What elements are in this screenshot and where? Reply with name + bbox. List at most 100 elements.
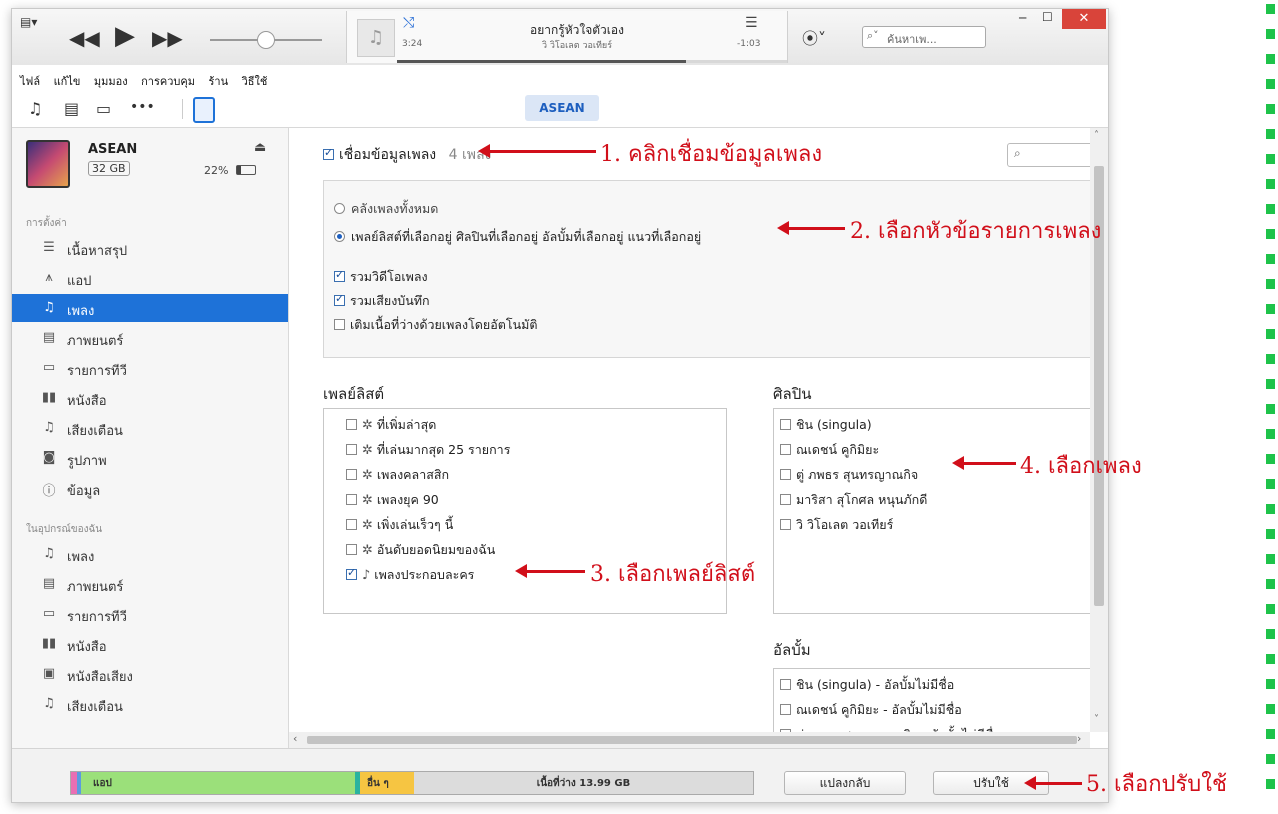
checkbox[interactable]	[780, 679, 791, 690]
checkbox[interactable]	[346, 519, 357, 530]
more-icon[interactable]: •••	[130, 99, 155, 115]
playlist-item[interactable]: ✲ อันดับยอดนิยมของฉัน	[346, 540, 495, 560]
playlist-item[interactable]: ✲ ที่เล่นมากสุด 25 รายการ	[346, 440, 510, 460]
artist-item[interactable]: ตู่ ภพธร สุนทรญาณกิจ	[780, 465, 918, 485]
radio-entire-library[interactable]: คลังเพลงทั้งหมด	[334, 199, 438, 219]
checkbox[interactable]	[346, 566, 357, 580]
menu-edit[interactable]: แก้ไข	[54, 75, 81, 88]
sidebar-item-device-books[interactable]: ▮▮ หนังสือ	[12, 630, 288, 658]
sidebar-item-device-music[interactable]: ♫ เพลง	[12, 540, 288, 568]
tv-icon: ▭	[42, 606, 56, 621]
sidebar-item-summary[interactable]: ☰ เนื้อหาสรุป	[12, 234, 288, 262]
sidebar-item-device-audiobooks[interactable]: ▣ หนังสือเสียง	[12, 660, 288, 688]
checkbox[interactable]	[346, 419, 357, 430]
menu-help[interactable]: วิธีใช้	[242, 75, 268, 88]
checkbox[interactable]	[346, 494, 357, 505]
album-item[interactable]: ณเดชน์ คูกิมิยะ - อัลบั้มไม่มีชื่อ	[780, 700, 962, 720]
artist-label: ตู่ ภพธร สุนทรญาณกิจ	[796, 467, 919, 482]
device-button[interactable]: ASEAN	[525, 95, 599, 121]
sync-checkbox-box[interactable]	[323, 146, 334, 160]
account-icon[interactable]: ⦿˅	[802, 25, 826, 49]
scroll-right-icon[interactable]: ›	[1077, 732, 1081, 745]
playlists-heading: เพลย์ลิสต์	[323, 385, 385, 403]
up-next-icon[interactable]: ☰	[745, 15, 758, 31]
shuffle-icon[interactable]: ⤭	[403, 15, 414, 31]
sidebar-item-tones[interactable]: ♫ เสียงเตือน	[12, 414, 288, 442]
sidebar-item-apps[interactable]: ⩚ แอป	[12, 264, 288, 292]
checkbox[interactable]	[334, 292, 345, 306]
playlist-item[interactable]: ✲ เพลงคลาสสิก	[346, 465, 449, 485]
previous-track-icon[interactable]: ◀◀	[69, 26, 100, 50]
checkbox[interactable]	[780, 704, 791, 715]
checkbox[interactable]	[346, 544, 357, 555]
volume-knob[interactable]	[257, 31, 275, 49]
sync-music-checkbox[interactable]: เชื่อมข้อมูลเพลง 4 เพลง	[323, 144, 491, 166]
sidebar-item-info[interactable]: ⓘ ข้อมูล	[12, 474, 288, 502]
playlist-item[interactable]: ✲ เพลงยุค 90	[346, 490, 439, 510]
checkbox[interactable]	[780, 494, 791, 505]
option-music-videos[interactable]: รวมวิดีโอเพลง	[334, 267, 428, 287]
checkbox[interactable]	[334, 319, 345, 330]
option-label: เติมเนื้อที่ว่างด้วยเพลงโดยอัตโนมัติ	[350, 317, 538, 332]
option-autofill[interactable]: เติมเนื้อที่ว่างด้วยเพลงโดยอัตโนมัติ	[334, 315, 537, 335]
sidebar-item-tv-shows[interactable]: ▭ รายการทีวี	[12, 354, 288, 382]
annotation-arrow-4	[952, 456, 1016, 470]
option-voice-memos[interactable]: รวมเสียงบันทึก	[334, 291, 430, 311]
sidebar-item-movies[interactable]: ▤ ภาพยนตร์	[12, 324, 288, 352]
deco-square	[1266, 529, 1275, 539]
maximize-icon[interactable]: ☐	[1042, 10, 1053, 24]
deco-square	[1266, 429, 1275, 439]
menu-file[interactable]: ไฟล์	[20, 75, 40, 88]
sidebar-item-device-movies[interactable]: ▤ ภาพยนตร์	[12, 570, 288, 598]
checkbox[interactable]	[780, 519, 791, 530]
sidebar-item-music[interactable]: ♫ เพลง	[12, 294, 288, 322]
artist-item[interactable]: ณเดชน์ คูกิมิยะ	[780, 440, 879, 460]
minimize-icon[interactable]: ─	[1019, 11, 1026, 25]
sidebar-item-device-tv[interactable]: ▭ รายการทีวี	[12, 600, 288, 628]
horizontal-scrollbar-thumb[interactable]	[307, 736, 1077, 744]
playlist-item[interactable]: ♪เพลงประกอบละคร	[346, 565, 474, 585]
search-field[interactable]: ⌕˅ ค้นหาเพ...	[862, 26, 986, 48]
eject-icon[interactable]: ⏏	[254, 140, 266, 155]
checkbox[interactable]	[346, 444, 357, 455]
sidebar-item-photos[interactable]: ◙ รูปภาพ	[12, 444, 288, 472]
next-track-icon[interactable]: ▶▶	[152, 26, 183, 50]
scroll-down-icon[interactable]: ˅	[1094, 714, 1099, 725]
artist-item[interactable]: มาริสา สุโกศล หนุนภักดี	[780, 490, 927, 510]
play-icon[interactable]: ▶	[115, 21, 135, 51]
revert-button[interactable]: แปลงกลับ	[784, 771, 906, 795]
checkbox[interactable]	[780, 469, 791, 480]
playback-progress[interactable]	[397, 60, 787, 63]
annotation-step-5: 5. เลือกปรับใช้	[1086, 772, 1227, 797]
menu-view[interactable]: มุมมอง	[94, 75, 128, 88]
tv-icon[interactable]: ▭	[96, 99, 111, 118]
artist-item[interactable]: ชิน (singula)	[780, 415, 872, 435]
close-icon[interactable]: ✕	[1062, 9, 1106, 29]
sidebar-item-device-tones[interactable]: ♫ เสียงเตือน	[12, 690, 288, 718]
artist-item[interactable]: วิ วิโอเลต วอเทียร์	[780, 515, 893, 535]
sidebar-item-label: รายการทีวี	[67, 364, 127, 379]
radio-button[interactable]	[334, 203, 345, 214]
horizontal-scrollbar[interactable]: ‹ ›	[289, 732, 1090, 748]
deco-square	[1266, 204, 1275, 214]
filter-search-field[interactable]: ⌕	[1007, 143, 1099, 167]
checkbox[interactable]	[334, 268, 345, 282]
checkbox[interactable]	[346, 469, 357, 480]
sidebar-item-books[interactable]: ▮▮ หนังสือ	[12, 384, 288, 412]
menu-controls[interactable]: การควบคุม	[141, 75, 195, 88]
music-icon[interactable]: ♫	[28, 99, 42, 118]
scroll-left-icon[interactable]: ‹	[293, 732, 297, 745]
album-item[interactable]: ชิน (singula) - อัลบั้มไม่มีชื่อ	[780, 675, 954, 695]
deco-square	[1266, 404, 1275, 414]
radio-button[interactable]	[334, 231, 345, 242]
menu-store[interactable]: ร้าน	[208, 75, 228, 88]
window-menu-icon[interactable]: ▤▾	[20, 15, 37, 29]
playlist-item[interactable]: ✲ เพิ่งเล่นเร็วๆ นี้	[346, 515, 453, 535]
device-icon[interactable]	[193, 97, 215, 123]
checkbox[interactable]	[780, 444, 791, 455]
playlist-item[interactable]: ✲ ที่เพิ่มล่าสุด	[346, 415, 436, 435]
checkbox[interactable]	[780, 419, 791, 430]
scroll-up-icon[interactable]: ˄	[1094, 130, 1099, 141]
radio-selected-items[interactable]: เพลย์ลิสต์ที่เลือกอยู่ ศิลปินที่เลือกอยู…	[334, 227, 701, 247]
movies-icon[interactable]: ▤	[64, 99, 79, 118]
